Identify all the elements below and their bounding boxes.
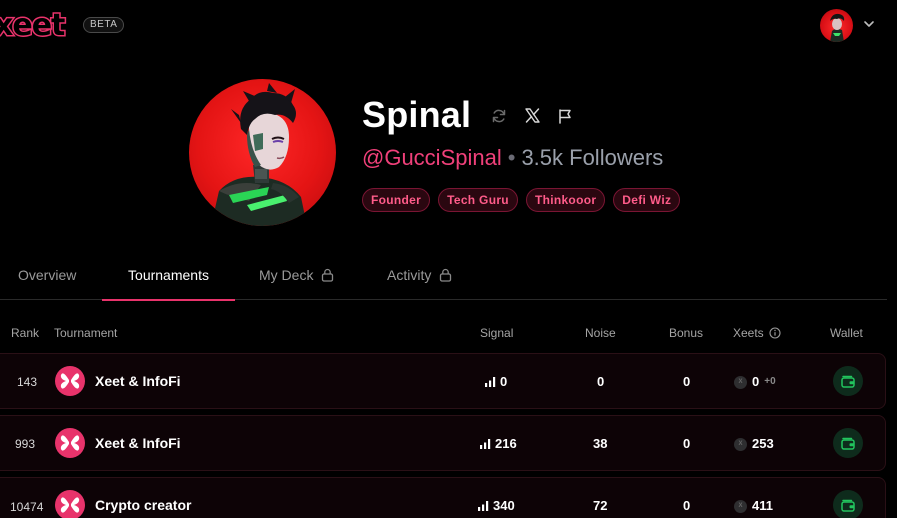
wallet-icon: [841, 375, 855, 388]
xeet-logo[interactable]: xeet: [0, 7, 67, 45]
signal-bars-icon: [478, 501, 489, 511]
row-bonus: 0: [683, 374, 691, 389]
row-signal-value: 216: [495, 436, 517, 451]
wallet-button[interactable]: [833, 428, 863, 458]
row-tournament-name[interactable]: Xeet & InfoFi: [95, 435, 181, 451]
tab-overview[interactable]: Overview: [18, 250, 76, 300]
profile-name: Spinal: [362, 94, 472, 135]
signal-bars-icon: [480, 439, 491, 449]
row-bonus: 0: [683, 436, 691, 451]
row-xeets: X 0 +0: [734, 374, 776, 390]
row-signal-value: 0: [500, 374, 508, 389]
tab-tournaments[interactable]: Tournaments: [102, 250, 235, 301]
wallet-icon: [841, 437, 855, 450]
row-rank: 993: [15, 437, 36, 451]
row-xeets-value: 253: [752, 436, 774, 451]
header-wallet: Wallet: [830, 326, 863, 340]
beta-badge: BETA: [83, 17, 125, 33]
tab-label: Overview: [18, 267, 77, 283]
row-noise: 0: [597, 374, 605, 389]
row-xeets-bonus: +0: [764, 376, 776, 387]
header-bonus: Bonus: [669, 326, 704, 340]
tab-label: My Deck: [259, 267, 314, 283]
tab-label: Tournaments: [128, 267, 209, 283]
xeet-coin-icon: X: [734, 437, 747, 451]
header-tournament: Tournament: [54, 326, 118, 340]
wallet-button[interactable]: [833, 366, 863, 396]
row-signal-value: 340: [493, 498, 515, 513]
profile-avatar-illustration: [211, 83, 307, 226]
tournament-logo: [55, 490, 85, 518]
tournament-logo: [55, 366, 85, 396]
profile-avatar: [189, 79, 336, 226]
table-row[interactable]: 993 Xeet & InfoFi 216 38 0 X 253: [0, 415, 886, 471]
avatar-illustration: [830, 13, 845, 42]
profile-handle-line: @GucciSpinal • 3.5k Followers: [362, 144, 663, 172]
xeet-coin-icon: X: [734, 375, 747, 389]
chevron-down-icon[interactable]: [862, 18, 876, 30]
table-row[interactable]: 10474 Crypto creator 340 72 0 X 411: [0, 477, 886, 518]
row-xeets-value: 0: [752, 374, 760, 389]
flag-icon[interactable]: [557, 108, 573, 124]
row-bonus: 0: [683, 498, 691, 513]
row-signal: 340: [478, 498, 515, 514]
xeet-coin-icon: X: [734, 499, 747, 513]
profile-tags: Founder Tech Guru Thinkooor Defi Wiz: [362, 188, 681, 212]
profile-handle[interactable]: @GucciSpinal: [362, 145, 502, 170]
separator-dot: •: [507, 145, 516, 170]
x-logo-icon[interactable]: [524, 107, 541, 124]
header-signal: Signal: [480, 326, 514, 340]
followers-count: 3.5k Followers: [521, 145, 664, 170]
header-noise: Noise: [585, 326, 616, 340]
row-noise: 72: [593, 498, 608, 513]
row-xeets: X 253: [734, 436, 774, 452]
tab-label: Activity: [387, 267, 432, 283]
xeet-butterfly-icon: [60, 373, 80, 389]
info-icon[interactable]: [769, 327, 781, 339]
row-noise: 38: [593, 436, 608, 451]
row-tournament-name[interactable]: Xeet & InfoFi: [95, 373, 181, 389]
lock-icon: [322, 268, 334, 282]
row-signal: 0: [485, 374, 507, 390]
xeet-butterfly-icon: [60, 497, 80, 513]
wallet-button[interactable]: [833, 490, 863, 518]
row-rank: 143: [17, 375, 38, 389]
tag-defi-wiz: Defi Wiz: [613, 188, 681, 212]
row-xeets: X 411: [734, 498, 773, 514]
header-xeets: Xeets: [733, 326, 781, 340]
header-xeets-label: Xeets: [733, 326, 764, 340]
tab-activity[interactable]: Activity: [387, 250, 452, 300]
tag-founder: Founder: [362, 188, 431, 212]
profile-page: xeet BETA Spinal @GucciSpinal • 3.5k Fol…: [0, 0, 897, 518]
wallet-icon: [841, 499, 855, 512]
tag-thinkooor: Thinkooor: [525, 188, 606, 212]
row-xeets-value: 411: [752, 498, 773, 513]
tournament-logo: [55, 428, 85, 458]
row-tournament-name[interactable]: Crypto creator: [95, 497, 191, 513]
lock-icon: [440, 268, 452, 282]
row-signal: 216: [480, 436, 517, 452]
header-rank: Rank: [11, 326, 40, 340]
profile-tabs: Overview Tournaments My Deck Activity: [0, 250, 887, 301]
table-row[interactable]: 143 Xeet & InfoFi 0 0 0 X 0 +0: [0, 353, 886, 409]
row-rank: 10474: [10, 500, 44, 514]
refresh-icon[interactable]: [491, 108, 507, 124]
user-avatar-button[interactable]: [820, 9, 853, 42]
tag-tech-guru: Tech Guru: [438, 188, 518, 212]
signal-bars-icon: [485, 377, 496, 387]
xeet-butterfly-icon: [60, 435, 80, 451]
tab-my-deck[interactable]: My Deck: [259, 250, 334, 300]
